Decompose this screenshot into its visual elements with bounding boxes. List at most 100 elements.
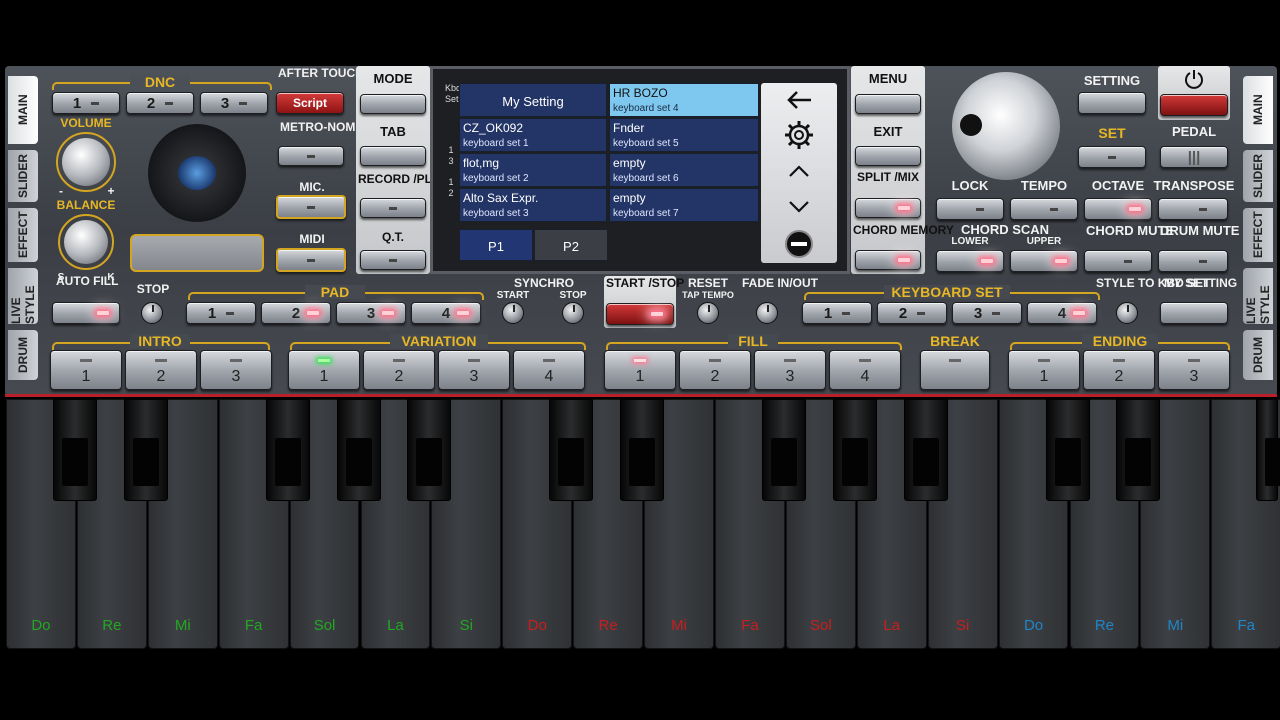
tab-live-style-right[interactable]: LIVE STYLE: [1243, 268, 1273, 324]
my-setting-button[interactable]: [1160, 302, 1228, 324]
mode-button[interactable]: [360, 94, 426, 114]
tab-slider-right[interactable]: SLIDER: [1243, 150, 1273, 202]
black-key[interactable]: [1045, 399, 1090, 501]
ribbon-pad[interactable]: [130, 234, 264, 272]
chevron-up-icon[interactable]: [787, 163, 811, 179]
fill-button-2[interactable]: 2: [679, 350, 751, 390]
keyboard-set-cell[interactable]: empty keyboard set 6: [609, 153, 759, 187]
keyboard-set-button-3[interactable]: 3: [952, 302, 1022, 324]
page-tab-p2[interactable]: P2: [534, 229, 608, 261]
ending-button-1[interactable]: 1: [1008, 350, 1080, 390]
volume-knob[interactable]: [62, 138, 110, 186]
keyboard-set-cell[interactable]: Alto Sax Expr. keyboard set 3: [459, 188, 607, 222]
intro-button-3[interactable]: 3: [200, 350, 272, 390]
chevron-down-icon[interactable]: [787, 199, 811, 215]
fade-knob[interactable]: [756, 302, 778, 324]
octave-button[interactable]: [1084, 198, 1152, 220]
black-key[interactable]: [123, 399, 168, 501]
intro-button-1[interactable]: 1: [50, 350, 122, 390]
black-key[interactable]: [265, 399, 310, 501]
keyboard-set-button-4[interactable]: 4: [1027, 302, 1097, 324]
black-key[interactable]: [1256, 399, 1280, 501]
chord-scan-lower-button[interactable]: [936, 250, 1004, 272]
lock-button[interactable]: [936, 198, 1004, 220]
pad-button-2[interactable]: 2: [261, 302, 331, 324]
black-key[interactable]: [620, 399, 665, 501]
midi-button[interactable]: [276, 248, 346, 272]
chord-scan-upper-button[interactable]: [1010, 250, 1078, 272]
balance-knob[interactable]: [64, 220, 108, 264]
keyboard-set-cell[interactable]: CZ_OK092 keyboard set 1: [459, 118, 607, 152]
record-play-button[interactable]: [360, 198, 426, 218]
menu-button[interactable]: [855, 94, 921, 114]
synchro-stop-knob[interactable]: [562, 302, 584, 324]
tab-button[interactable]: [360, 146, 426, 166]
reset-knob[interactable]: [697, 302, 719, 324]
black-key[interactable]: [761, 399, 806, 501]
dnc-button-2[interactable]: 2: [126, 92, 194, 114]
black-key[interactable]: [407, 399, 452, 501]
setting-button[interactable]: [1078, 92, 1146, 114]
tab-main-right[interactable]: MAIN: [1243, 76, 1273, 144]
black-key[interactable]: [1116, 399, 1161, 501]
keyboard-set-button-1[interactable]: 1: [802, 302, 872, 324]
tab-drum-left[interactable]: DRUM: [8, 330, 38, 380]
drum-mute-button[interactable]: [1158, 250, 1228, 272]
chord-mute-button[interactable]: [1084, 250, 1152, 272]
variation-button-2[interactable]: 2: [363, 350, 435, 390]
tab-main-left[interactable]: MAIN: [8, 76, 38, 144]
fill-button-4[interactable]: 4: [829, 350, 901, 390]
intro-button-2[interactable]: 2: [125, 350, 197, 390]
power-button[interactable]: [1160, 94, 1228, 116]
tab-live-style-left[interactable]: LIVE STYLE: [8, 268, 38, 324]
start-stop-button[interactable]: [606, 303, 674, 325]
pedal-button[interactable]: |||: [1160, 146, 1228, 168]
synchro-start-knob[interactable]: [502, 302, 524, 324]
metronome-button[interactable]: [278, 146, 344, 166]
stop-knob[interactable]: [141, 302, 163, 324]
back-arrow-icon[interactable]: [785, 89, 813, 111]
keyboard-set-cell[interactable]: flot,mg keyboard set 2: [459, 153, 607, 187]
my-setting-cell[interactable]: My Setting: [459, 83, 607, 117]
black-key[interactable]: [903, 399, 948, 501]
style-to-kbd-knob[interactable]: [1116, 302, 1138, 324]
script-button[interactable]: Script: [276, 92, 344, 114]
pad-button-3[interactable]: 3: [336, 302, 406, 324]
fill-button-1[interactable]: 1: [604, 350, 676, 390]
variation-button-1[interactable]: 1: [288, 350, 360, 390]
ending-button-2[interactable]: 2: [1083, 350, 1155, 390]
fill-button-3[interactable]: 3: [754, 350, 826, 390]
mic-button[interactable]: [276, 195, 346, 219]
exit-button[interactable]: [855, 146, 921, 166]
keyboard-set-cell[interactable]: empty keyboard set 7: [609, 188, 759, 222]
qt-button[interactable]: [360, 250, 426, 270]
variation-button-4[interactable]: 4: [513, 350, 585, 390]
tab-effect-right[interactable]: EFFECT: [1243, 208, 1273, 262]
split-mix-button[interactable]: [855, 198, 921, 218]
tempo-button[interactable]: [1010, 198, 1078, 220]
chord-memory-button[interactable]: [855, 250, 921, 270]
keyboard-set-button-2[interactable]: 2: [877, 302, 947, 324]
black-key[interactable]: [549, 399, 594, 501]
set-button[interactable]: [1078, 146, 1146, 168]
variation-button-3[interactable]: 3: [438, 350, 510, 390]
page-tab-p1[interactable]: P1: [459, 229, 533, 261]
tab-drum-right[interactable]: DRUM: [1243, 330, 1273, 380]
black-key[interactable]: [832, 399, 877, 501]
pad-button-1[interactable]: 1: [186, 302, 256, 324]
keyboard-set-cell[interactable]: HR BOZO keyboard set 4: [609, 83, 759, 117]
transpose-button[interactable]: [1158, 198, 1228, 220]
dnc-button-3[interactable]: 3: [200, 92, 268, 114]
pad-button-4[interactable]: 4: [411, 302, 481, 324]
ending-button-3[interactable]: 3: [1158, 350, 1230, 390]
power-icon[interactable]: [1183, 68, 1205, 90]
tab-slider-left[interactable]: SLIDER: [8, 150, 38, 202]
black-key[interactable]: [52, 399, 97, 501]
tab-effect-left[interactable]: EFFECT: [8, 208, 38, 262]
dnc-button-1[interactable]: 1: [52, 92, 120, 114]
black-key[interactable]: [336, 399, 381, 501]
auto-fill-button[interactable]: [52, 302, 120, 324]
minus-circle-icon[interactable]: [784, 229, 814, 259]
gear-icon[interactable]: [783, 119, 815, 151]
break-button[interactable]: [920, 350, 990, 390]
